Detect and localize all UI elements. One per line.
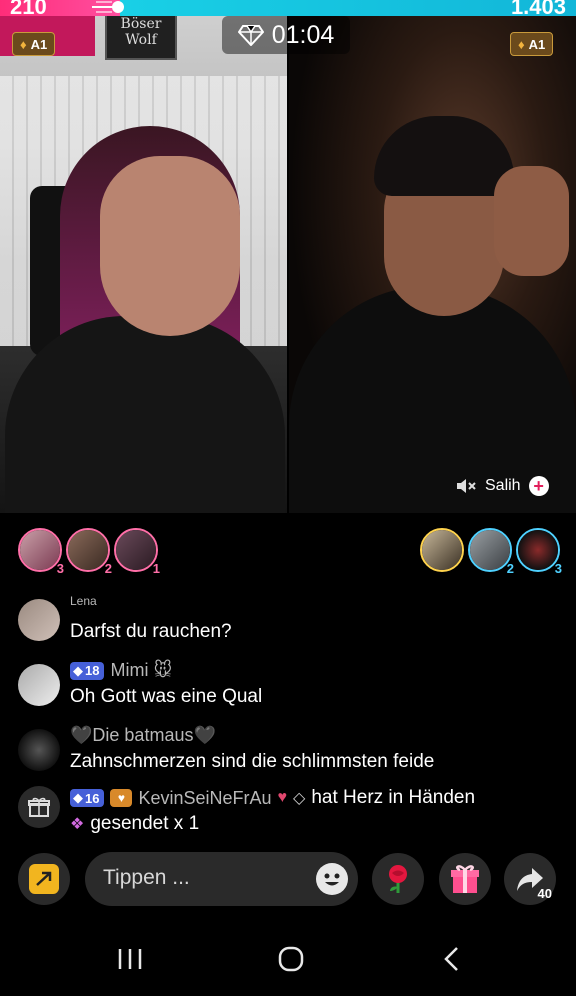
gifter-rank: 3 <box>56 561 64 576</box>
level-badge: ◆ 18 <box>70 661 105 680</box>
gift-event-icon-wrap <box>18 786 60 828</box>
battle-timer: 01:04 <box>222 16 350 54</box>
score-spark-icon <box>92 1 124 13</box>
right-score-fill <box>120 0 576 16</box>
back-button[interactable] <box>442 946 462 979</box>
right-video-stream[interactable] <box>289 16 576 513</box>
diamond-small-icon: ◆ <box>73 790 83 805</box>
level-number: 18 <box>85 663 100 678</box>
recent-apps-button[interactable] <box>117 946 143 978</box>
ring-icon: ◇ <box>293 790 306 807</box>
share-count: 40 <box>537 886 552 901</box>
chat-avatar[interactable] <box>18 599 60 641</box>
gem-icon: ♦ <box>20 36 27 52</box>
fan-heart-badge: ♥ <box>110 789 133 807</box>
chat-message: Oh Gott was eine Qual <box>70 686 263 707</box>
trend-up-icon <box>29 864 59 894</box>
chat-user-line: ◆ 18 Mimi 🐭 <box>70 660 172 681</box>
gem-icon: ♦ <box>518 36 525 52</box>
level-number: 16 <box>85 790 100 806</box>
chat-avatar[interactable] <box>18 664 60 706</box>
top-gifter-avatar[interactable]: 1 <box>114 528 160 576</box>
chat-username[interactable]: KevinSeiNeFrAu <box>138 788 271 809</box>
gift-box-icon: ❖ <box>70 816 85 833</box>
diamond-icon <box>237 25 264 46</box>
gift-message: hat Herz in Händen <box>311 787 476 808</box>
emoji-icon[interactable] <box>316 863 348 895</box>
gifter-rank: 2 <box>104 561 112 576</box>
chat-avatar[interactable] <box>18 729 60 771</box>
chat-username[interactable]: 🖤Die batmaus🖤 <box>70 725 216 746</box>
guest-name-tag[interactable]: Salih + <box>455 470 549 502</box>
follow-plus-button[interactable]: + <box>528 476 549 496</box>
gift-event-line: ◆ 16 ♥ KevinSeiNeFrAu ♥ ◇ hat Herz in Hä… <box>70 787 475 809</box>
left-rank-badge[interactable]: ♦ A1 <box>12 32 56 56</box>
timer-text: 01:04 <box>271 20 335 49</box>
gifter-rank: 1 <box>152 561 160 576</box>
gift-button[interactable] <box>439 853 491 905</box>
top-gifter-avatar[interactable] <box>420 528 464 572</box>
speaker-muted-icon <box>457 479 476 493</box>
gifter-rank: 2 <box>506 561 514 576</box>
guest-name: Salih <box>485 477 521 494</box>
chat-username[interactable]: Mimi 🐭 <box>110 660 172 681</box>
share-button[interactable]: 40 <box>504 853 556 905</box>
share-arrow-button[interactable] <box>18 853 70 905</box>
gift-message-2: gesendet x 1 <box>90 813 200 834</box>
top-gifter-avatar[interactable]: 2 <box>468 528 514 576</box>
gift-outline-icon <box>28 797 50 817</box>
gifter-rank: 3 <box>554 561 562 576</box>
gift-event-line-2: ❖ gesendet x 1 <box>70 813 199 835</box>
guest-hand <box>494 166 569 276</box>
battle-score-bar <box>0 0 576 16</box>
left-video-stream[interactable]: Böser Wolf <box>0 16 287 513</box>
top-gifter-avatar[interactable]: 3 <box>516 528 562 576</box>
rose-icon <box>389 865 407 893</box>
chat-username[interactable]: Lena <box>70 594 97 608</box>
top-gifter-avatar[interactable]: 3 <box>18 528 64 576</box>
wall-sign: Böser Wolf <box>105 16 177 60</box>
chat-message: Darfst du rauchen? <box>70 621 232 642</box>
right-badge-label: A1 <box>528 36 546 52</box>
home-button[interactable] <box>278 946 304 979</box>
guest-hair <box>374 116 514 196</box>
level-badge: ◆ 16 <box>70 789 105 807</box>
host-face <box>100 156 240 336</box>
gift-box-icon <box>451 865 479 893</box>
host-body <box>5 316 285 513</box>
left-badge-label: A1 <box>30 36 48 52</box>
rose-gift-button[interactable] <box>372 853 424 905</box>
right-rank-badge[interactable]: ♦ A1 <box>510 32 554 56</box>
chat-message: Zahnschmerzen sind die schlimmsten feide <box>70 751 435 772</box>
heart-icon: ♥ <box>277 789 288 806</box>
comment-placeholder: Tippen ... <box>103 866 190 889</box>
diamond-small-icon: ◆ <box>73 662 83 678</box>
top-gifter-avatar[interactable]: 2 <box>66 528 112 576</box>
